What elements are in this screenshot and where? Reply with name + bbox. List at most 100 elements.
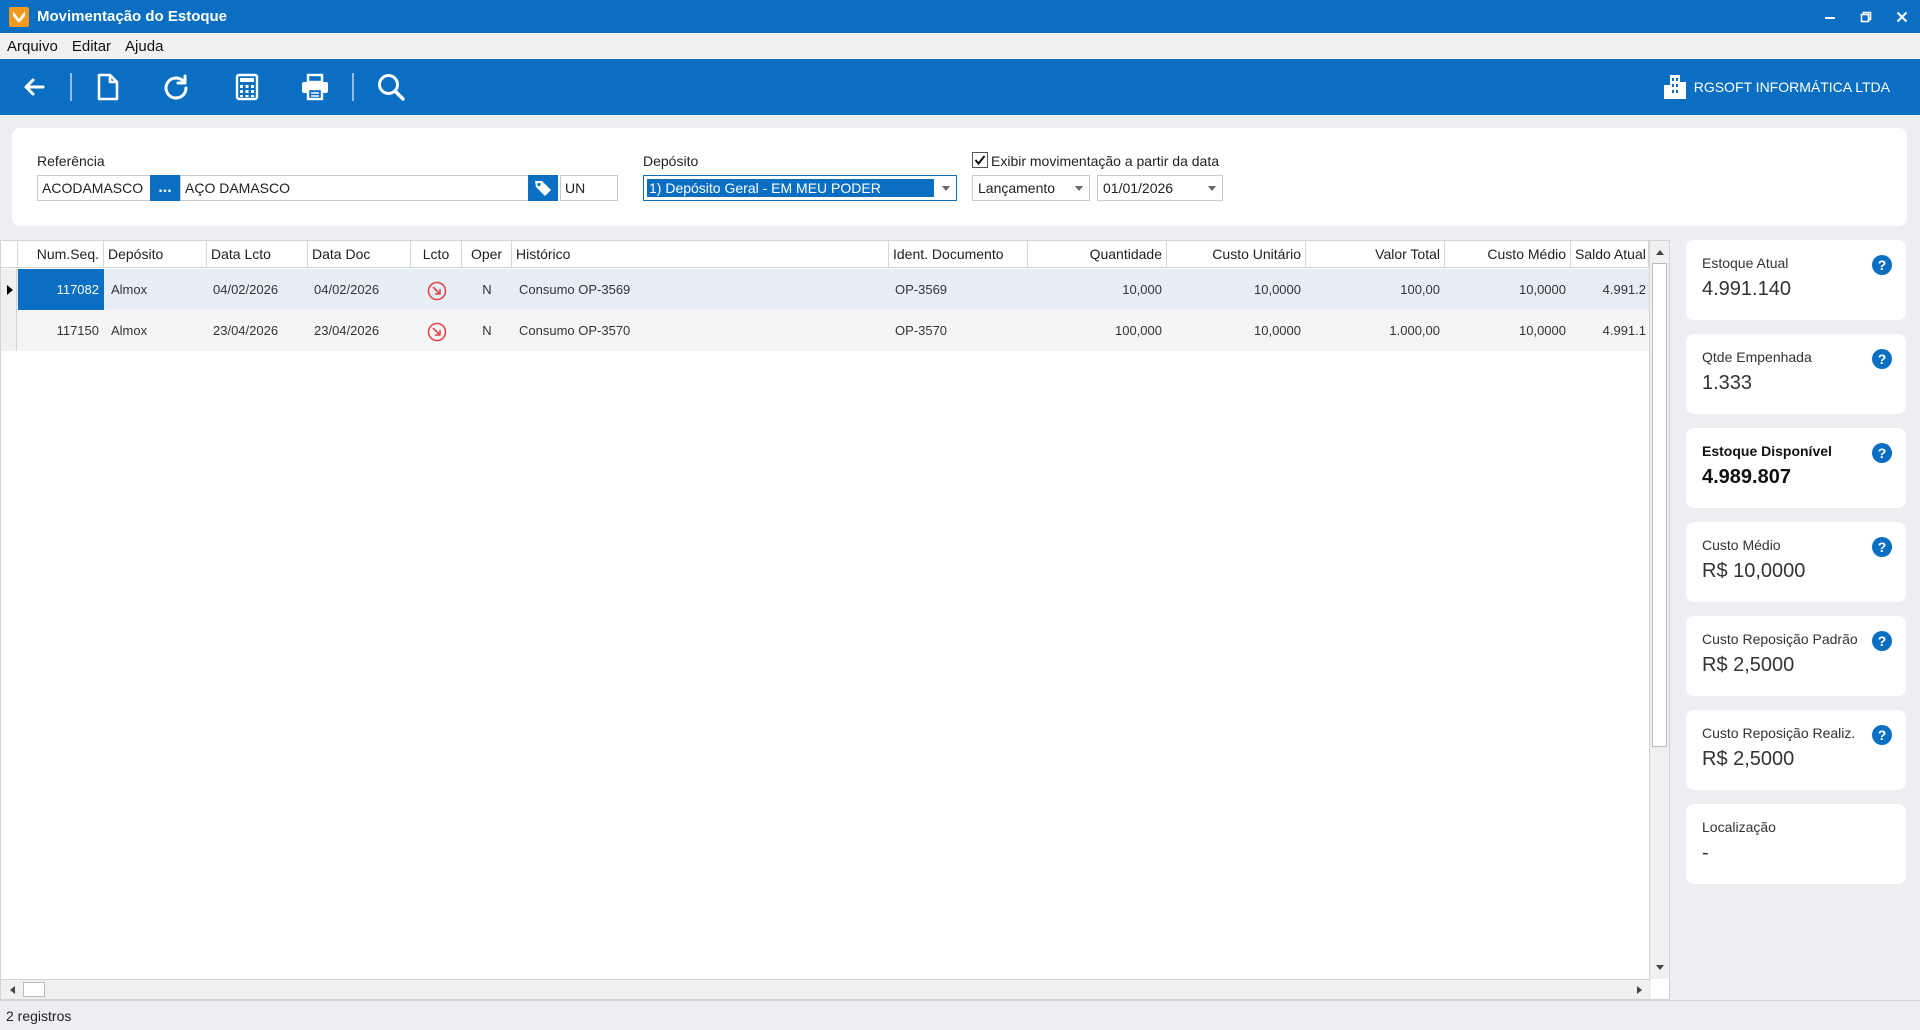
menu-arquivo[interactable]: Arquivo (0, 38, 65, 55)
grid-header: Num.Seq. Depósito Data Lcto Data Doc Lct… (1, 241, 1651, 268)
window-title: Movimentação do Estoque (37, 8, 228, 25)
col-header-custo-unitario[interactable]: Custo Unitário (1167, 241, 1306, 268)
cell-custo-medio[interactable]: 10,0000 (1445, 269, 1571, 310)
current-row-arrow-icon (7, 285, 13, 295)
cell-num-seq[interactable]: 117150 (18, 310, 104, 351)
stat-card-custo-reposicao-realiz: Custo Reposição Realiz. R$ 2,5000 ? (1686, 710, 1906, 790)
deposito-select[interactable]: 1) Depósito Geral - EM MEU PODER (643, 175, 957, 201)
refresh-button[interactable] (156, 69, 196, 105)
cell-historico[interactable]: Consumo OP-3569 (514, 269, 889, 310)
cell-oper[interactable]: N (462, 269, 512, 310)
cell-quantidade[interactable]: 100,000 (1028, 310, 1167, 351)
referencia-code-input[interactable]: ACODAMASCO (37, 175, 162, 201)
cell-historico[interactable]: Consumo OP-3570 (514, 310, 889, 351)
col-header-ident-documento[interactable]: Ident. Documento (889, 241, 1028, 268)
help-icon[interactable]: ? (1872, 725, 1892, 745)
referencia-description-input[interactable]: AÇO DAMASCO (180, 175, 542, 201)
help-icon[interactable]: ? (1872, 349, 1892, 369)
row-indicator (1, 269, 17, 310)
cell-num-seq[interactable]: 117082 (18, 269, 104, 310)
table-row[interactable]: 117150 Almox 23/04/2026 23/04/2026 N Con… (1, 310, 1651, 351)
cell-data-doc[interactable]: 23/04/2026 (309, 310, 411, 351)
help-icon[interactable]: ? (1872, 537, 1892, 557)
cell-lcto[interactable] (411, 310, 462, 351)
chevron-up-icon (1656, 250, 1664, 255)
cell-saldo-atual[interactable]: 4.991.1 (1571, 310, 1651, 351)
chevron-down-icon (1075, 186, 1083, 191)
col-header-deposito[interactable]: Depósito (104, 241, 207, 268)
col-header-data-doc[interactable]: Data Doc (308, 241, 411, 268)
menu-ajuda[interactable]: Ajuda (118, 38, 170, 55)
col-header-custo-medio[interactable]: Custo Médio (1445, 241, 1571, 268)
referencia-browse-button[interactable]: ... (150, 175, 180, 201)
stat-value: R$ 10,0000 (1702, 560, 1806, 582)
row-indicator-header (1, 241, 18, 268)
cell-valor-total[interactable]: 1.000,00 (1306, 310, 1445, 351)
col-header-data-lcto[interactable]: Data Lcto (207, 241, 308, 268)
stat-card-qtde-empenhada: Qtde Empenhada 1.333 ? (1686, 334, 1906, 414)
help-icon[interactable]: ? (1872, 631, 1892, 651)
date-type-value: Lançamento (978, 180, 1056, 196)
new-button[interactable] (88, 69, 128, 105)
table-row[interactable]: 117082 Almox 04/02/2026 04/02/2026 N Con… (1, 269, 1651, 310)
cell-ident-documento[interactable]: OP-3569 (890, 269, 1028, 310)
stat-label: Localização (1702, 819, 1776, 835)
print-button[interactable] (295, 69, 335, 105)
col-header-oper[interactable]: Oper (462, 241, 512, 268)
movements-grid[interactable]: Num.Seq. Depósito Data Lcto Data Doc Lct… (0, 240, 1670, 1000)
toolbar-separator (352, 73, 354, 101)
col-header-num-seq[interactable]: Num.Seq. (18, 241, 104, 268)
cell-lcto[interactable] (411, 269, 462, 310)
vertical-scroll-thumb[interactable] (1652, 263, 1667, 747)
restore-button[interactable] (1848, 0, 1884, 33)
col-header-quantidade[interactable]: Quantidade (1028, 241, 1167, 268)
cell-saldo-atual[interactable]: 4.991.2 (1571, 269, 1651, 310)
col-header-valor-total[interactable]: Valor Total (1306, 241, 1445, 268)
scroll-down-button[interactable] (1652, 960, 1668, 976)
col-header-historico[interactable]: Histórico (512, 241, 889, 268)
search-button[interactable] (371, 69, 411, 105)
help-icon[interactable]: ? (1872, 443, 1892, 463)
cell-data-doc[interactable]: 04/02/2026 (309, 269, 411, 310)
scroll-up-button[interactable] (1652, 244, 1668, 260)
stat-label: Estoque Disponível (1702, 443, 1832, 459)
stat-label: Custo Reposição Realiz. (1702, 725, 1856, 741)
stat-value: 4.989.807 (1702, 466, 1791, 488)
cell-ident-documento[interactable]: OP-3570 (890, 310, 1028, 351)
close-button[interactable] (1884, 0, 1920, 33)
back-button[interactable] (14, 69, 54, 105)
date-picker[interactable]: 01/01/2026 (1097, 175, 1223, 201)
horizontal-scrollbar[interactable] (1, 979, 1651, 999)
cell-custo-medio[interactable]: 10,0000 (1445, 310, 1571, 351)
refresh-icon (164, 74, 188, 100)
exibir-checkbox[interactable] (972, 152, 988, 168)
spreadsheet-button[interactable] (227, 69, 267, 105)
cell-deposito[interactable]: Almox (106, 269, 207, 310)
scroll-right-button[interactable] (1632, 982, 1648, 998)
cell-deposito[interactable]: Almox (106, 310, 207, 351)
tag-button[interactable] (528, 175, 558, 201)
minimize-button[interactable] (1812, 0, 1848, 33)
saida-arrow-icon (427, 322, 446, 341)
vertical-scrollbar[interactable] (1649, 241, 1669, 979)
unidade-input[interactable]: UN (560, 175, 618, 201)
scroll-left-button[interactable] (4, 982, 20, 998)
help-icon[interactable]: ? (1872, 255, 1892, 275)
company-label: RGSOFT INFORMÁTICA LTDA (1662, 73, 1890, 101)
cell-quantidade[interactable]: 10,000 (1028, 269, 1167, 310)
stat-value: R$ 2,5000 (1702, 654, 1795, 676)
toolbar: RGSOFT INFORMÁTICA LTDA (0, 59, 1920, 115)
cell-custo-unitario[interactable]: 10,0000 (1167, 310, 1306, 351)
date-type-select[interactable]: Lançamento (972, 175, 1090, 201)
checkmark-icon (974, 155, 986, 166)
horizontal-scroll-thumb[interactable] (23, 982, 45, 997)
cell-oper[interactable]: N (462, 310, 512, 351)
col-header-lcto[interactable]: Lcto (411, 241, 462, 268)
col-header-saldo-atual[interactable]: Saldo Atual (1571, 241, 1649, 268)
menu-editar[interactable]: Editar (65, 38, 118, 55)
cell-valor-total[interactable]: 100,00 (1306, 269, 1445, 310)
cell-custo-unitario[interactable]: 10,0000 (1167, 269, 1306, 310)
cell-data-lcto[interactable]: 04/02/2026 (208, 269, 308, 310)
cell-data-lcto[interactable]: 23/04/2026 (208, 310, 308, 351)
stat-card-estoque-disponivel: Estoque Disponível 4.989.807 ? (1686, 428, 1906, 508)
